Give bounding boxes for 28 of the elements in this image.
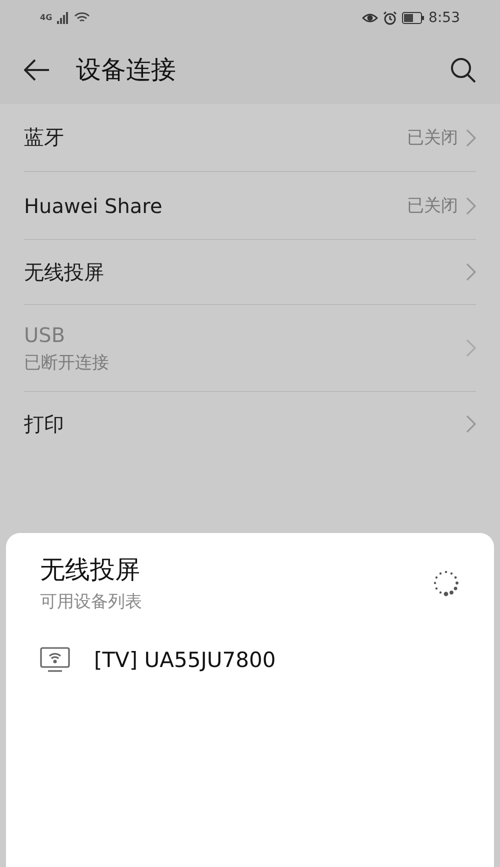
setting-label: USB (24, 322, 66, 346)
setting-label[interactable]: Huawei Share (24, 194, 407, 218)
clock-time: 8:53 (428, 10, 460, 26)
chevron-icon (466, 339, 476, 357)
alarm-icon (382, 10, 397, 24)
setting-label[interactable]: 无线投屏 (24, 258, 466, 286)
setting-value: 已关闭 (407, 127, 458, 149)
loading-spinner-icon (432, 569, 460, 597)
signal-icon (57, 12, 70, 24)
back-arrow-icon[interactable] (24, 58, 50, 80)
chevron-icon (466, 128, 476, 146)
chevron-icon (466, 263, 476, 281)
page-title: 设备连接 (76, 54, 177, 86)
sheet-title: 无线投屏 (40, 554, 141, 586)
setting-label[interactable]: 蓝牙 (24, 124, 407, 151)
device-name[interactable]: [TV] UA55JU7800 (94, 648, 276, 672)
setting-label[interactable]: 打印 (24, 410, 466, 438)
chevron-icon (466, 415, 476, 433)
wifi-icon (74, 11, 90, 24)
sheet-subtitle: 可用设备列表 (40, 591, 143, 613)
setting-value: 已关闭 (407, 195, 458, 217)
setting-status: 已断开连接 (24, 352, 110, 374)
tv-wifi-icon (40, 647, 70, 673)
eye-icon (362, 12, 378, 24)
network-type: 4G (40, 13, 52, 22)
battery-icon (402, 12, 424, 24)
search-icon[interactable] (450, 56, 476, 82)
chevron-icon (466, 196, 476, 214)
